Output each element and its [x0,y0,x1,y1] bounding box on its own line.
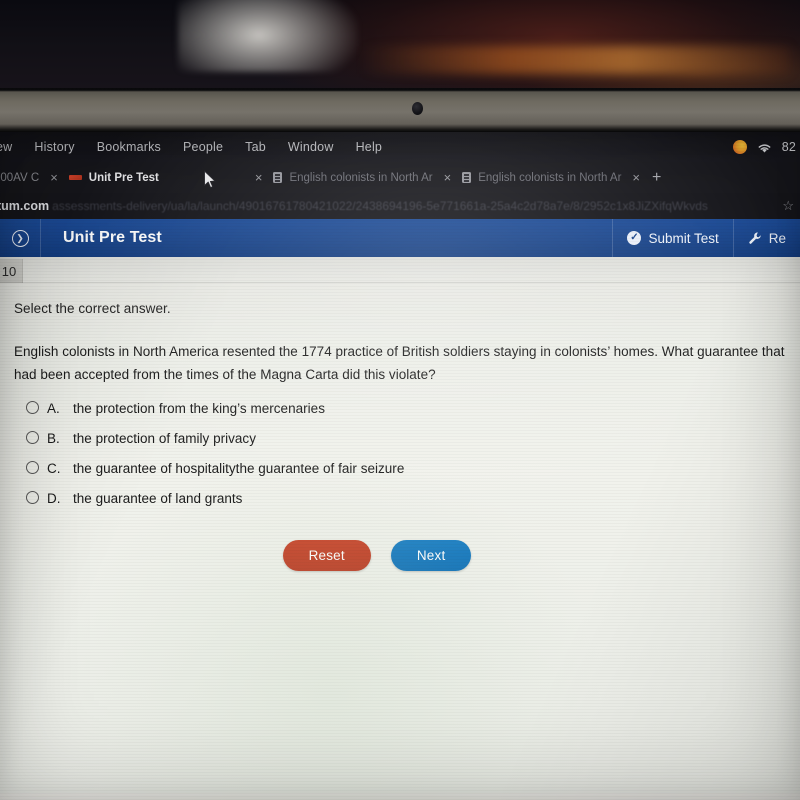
answer-option-b[interactable]: B. the protection of family privacy [26,430,786,446]
circle-arrow-icon: ❯ [11,229,29,247]
menu-item-window[interactable]: Window [277,132,345,162]
menu-bar-status-icons: 82 [732,140,800,154]
review-button[interactable]: Re [734,219,800,257]
question-number-tab[interactable]: 10 [0,259,23,283]
radio-button-c[interactable] [26,461,39,475]
check-circle-icon: ✓ [627,231,642,245]
menu-item-tab[interactable]: Tab [234,132,277,162]
menu-item-people[interactable]: People [172,132,234,162]
option-b-letter: B. [47,431,60,447]
battery-percent-label: 82 [781,140,796,154]
bookmark-star-icon[interactable]: ☆ [782,198,800,214]
option-a-text: the protection from the king’s mercenari… [73,401,325,417]
url-path-label: assessments-delivery/ua/la/launch/490167… [52,199,708,213]
browser-tab-1[interactable]: Unit Pre Test [60,162,168,193]
answer-option-c[interactable]: C. the guarantee of hospitalitythe guara… [26,460,786,476]
browser-url-bar[interactable]: tum.com assessments-delivery/ua/la/launc… [0,193,800,219]
wifi-icon[interactable] [756,141,773,154]
radio-button-a[interactable] [26,401,39,415]
os-menu-bar: ew History Bookmarks People Tab Window H… [0,132,800,162]
option-c-letter: C. [47,461,61,477]
menu-item-help[interactable]: Help [345,132,394,162]
browser-tab-3[interactable]: English colonists in North Ar [453,162,630,193]
document-favicon-icon [462,172,472,183]
background-light-blob [178,0,358,72]
browser-tab-strip: 200AV C × Unit Pre Test × English coloni… [0,162,800,193]
color-wheel-icon[interactable] [732,140,747,154]
radio-button-d[interactable] [26,491,39,505]
laptop-screen: ew History Bookmarks People Tab Window H… [0,132,800,800]
instruction-text: Select the correct answer. [14,301,171,316]
browser-tab-1-title: Unit Pre Test [88,171,159,184]
close-tab-3-icon[interactable]: × [630,171,642,184]
new-tab-button[interactable]: + [642,169,671,186]
review-label: Re [768,230,786,246]
submit-test-label: Submit Test [648,230,719,246]
laptop-photo-frame: ew History Bookmarks People Tab Window H… [0,0,800,800]
back-button[interactable]: ❯ [0,219,40,257]
red-bar-favicon-icon [68,175,82,180]
webcam-icon [412,102,423,115]
url-domain-label: tum.com [0,199,50,213]
option-d-text: the guarantee of land grants [73,491,243,507]
answer-option-d[interactable]: D. the guarantee of land grants [26,490,786,506]
browser-tab-2-title: English colonists in North Ar [289,171,433,184]
radio-button-b[interactable] [26,431,39,445]
answer-option-a[interactable]: A. the protection from the king’s mercen… [26,400,786,416]
document-favicon-icon [273,172,283,183]
option-a-letter: A. [47,401,60,417]
wrench-icon [748,231,762,245]
menu-item-view[interactable]: ew [0,132,23,162]
submit-test-button[interactable]: ✓ Submit Test [613,219,732,257]
close-tab-0-icon[interactable]: × [48,171,60,184]
next-button[interactable]: Next [390,540,472,572]
browser-tab-0-title: 200AV C [0,171,40,184]
background-room [0,0,800,88]
question-tab-row: 10 [0,257,800,283]
action-button-row: Reset Next [14,540,786,572]
menu-item-bookmarks[interactable]: Bookmarks [86,132,172,162]
browser-tab-2[interactable]: English colonists in North Ar [264,162,441,193]
browser-tab-3-title: English colonists in North Ar [478,171,622,184]
reset-button[interactable]: Reset [282,540,371,572]
assessment-body: 10 Select the correct answer. English co… [0,257,800,793]
option-c-text: the guarantee of hospitalitythe guarante… [73,461,405,477]
app-header-bar: ❯ Unit Pre Test ✓ Submit Test Re [0,219,800,257]
question-text: English colonists in North America resen… [14,344,785,383]
question-content: Select the correct answer. English colon… [0,283,800,572]
background-warm-glow [360,46,790,74]
laptop-bezel [0,88,800,132]
option-b-text: the protection of family privacy [73,431,256,447]
menu-item-history[interactable]: History [23,132,85,162]
close-tab-1-icon[interactable]: × [253,171,265,184]
page-title: Unit Pre Test [63,229,162,246]
close-tab-2-icon[interactable]: × [442,171,454,184]
option-d-letter: D. [47,491,61,507]
answer-options-list: A. the protection from the king’s mercen… [14,400,786,506]
browser-tab-0[interactable]: 200AV C [0,162,48,193]
